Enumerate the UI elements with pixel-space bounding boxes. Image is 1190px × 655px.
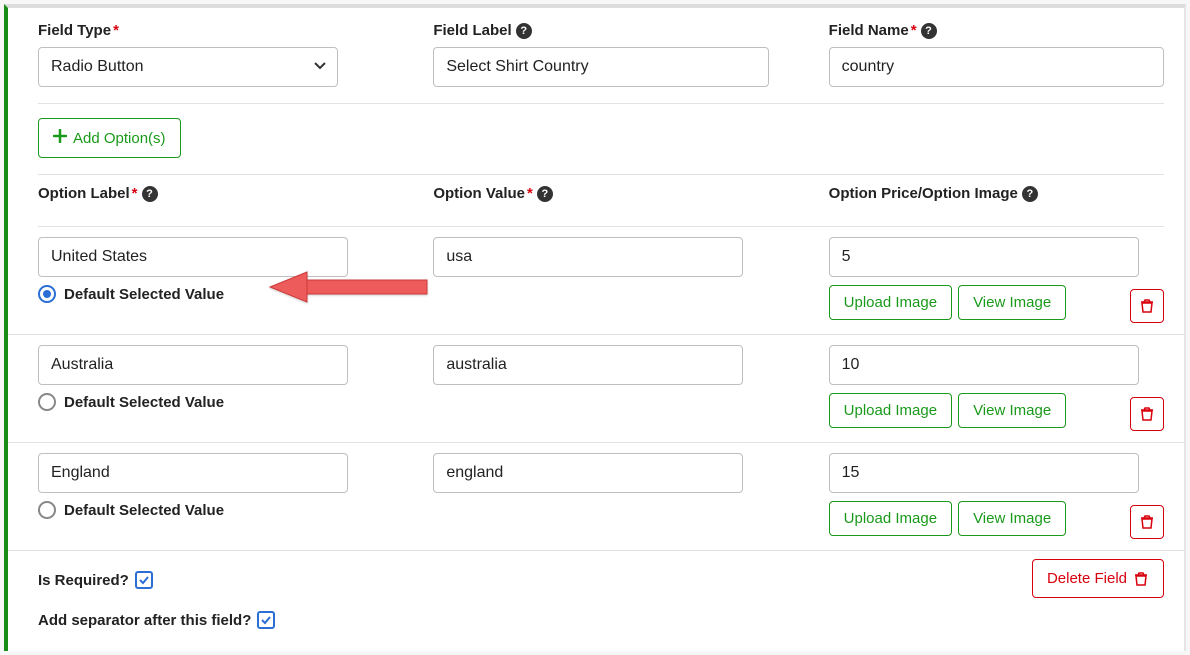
field-config-panel: Field Type* Field Label ? Field Name* ?	[4, 4, 1186, 651]
trash-icon	[1133, 571, 1149, 587]
add-options-button[interactable]: Add Option(s)	[38, 118, 181, 158]
view-image-button[interactable]: View Image	[958, 501, 1066, 536]
option-label-input[interactable]	[38, 453, 348, 493]
delete-option-button[interactable]	[1130, 397, 1164, 431]
help-icon[interactable]: ?	[537, 186, 553, 202]
field-name-label: Field Name* ?	[829, 22, 1164, 39]
option-value-input[interactable]	[433, 453, 743, 493]
field-label-col: Field Label ?	[433, 22, 768, 87]
trash-icon	[1139, 514, 1155, 530]
help-icon[interactable]: ?	[142, 186, 158, 202]
field-label-label: Field Label ?	[433, 22, 768, 39]
is-required-row: Is Required?	[38, 571, 1164, 589]
option-value-input[interactable]	[433, 345, 743, 385]
required-marker: *	[911, 22, 917, 39]
upload-image-button[interactable]: Upload Image	[829, 501, 952, 536]
default-selected-radio[interactable]: Default Selected Value	[38, 501, 373, 519]
option-price-input[interactable]	[829, 453, 1139, 493]
add-separator-row: Add separator after this field?	[38, 611, 1164, 629]
delete-option-button[interactable]	[1130, 289, 1164, 323]
field-label-input[interactable]	[433, 47, 768, 87]
field-name-input[interactable]	[829, 47, 1164, 87]
trash-icon	[1139, 406, 1155, 422]
option-row: Default Selected Value Upload Image View…	[8, 227, 1184, 335]
upload-image-button[interactable]: Upload Image	[829, 285, 952, 320]
option-label-header: Option Label* ?	[38, 185, 373, 202]
plus-icon	[53, 129, 67, 147]
field-name-col: Field Name* ?	[829, 22, 1164, 87]
radio-icon[interactable]	[38, 285, 56, 303]
option-label-input[interactable]	[38, 345, 348, 385]
field-type-select[interactable]	[38, 47, 338, 87]
help-icon[interactable]: ?	[516, 23, 532, 39]
option-value-header: Option Value* ?	[433, 185, 768, 202]
option-row: Default Selected Value Upload Image View…	[8, 335, 1184, 443]
option-row: Default Selected Value Upload Image View…	[8, 443, 1184, 551]
field-settings: Delete Field Is Required? Add separator …	[8, 551, 1184, 639]
field-definition-row: Field Type* Field Label ? Field Name* ?	[8, 8, 1184, 95]
is-required-checkbox[interactable]	[135, 571, 153, 589]
default-selected-radio[interactable]: Default Selected Value	[38, 393, 373, 411]
radio-icon[interactable]	[38, 501, 56, 519]
option-price-input[interactable]	[829, 237, 1139, 277]
field-type-label: Field Type*	[38, 22, 373, 39]
options-header: Option Label* ? Option Value* ? Option P…	[8, 175, 1184, 218]
separator	[38, 103, 1164, 104]
annotation-arrow-icon	[262, 262, 432, 316]
delete-field-button[interactable]: Delete Field	[1032, 559, 1164, 598]
field-type-col: Field Type*	[38, 22, 373, 87]
upload-image-button[interactable]: Upload Image	[829, 393, 952, 428]
help-icon[interactable]: ?	[921, 23, 937, 39]
option-price-header: Option Price/Option Image ?	[829, 185, 1164, 202]
option-value-input[interactable]	[433, 237, 743, 277]
view-image-button[interactable]: View Image	[958, 393, 1066, 428]
add-separator-checkbox[interactable]	[257, 611, 275, 629]
trash-icon	[1139, 298, 1155, 314]
help-icon[interactable]: ?	[1022, 186, 1038, 202]
required-marker: *	[113, 22, 119, 39]
radio-icon[interactable]	[38, 393, 56, 411]
option-price-input[interactable]	[829, 345, 1139, 385]
delete-option-button[interactable]	[1130, 505, 1164, 539]
field-type-value[interactable]	[38, 47, 338, 87]
view-image-button[interactable]: View Image	[958, 285, 1066, 320]
